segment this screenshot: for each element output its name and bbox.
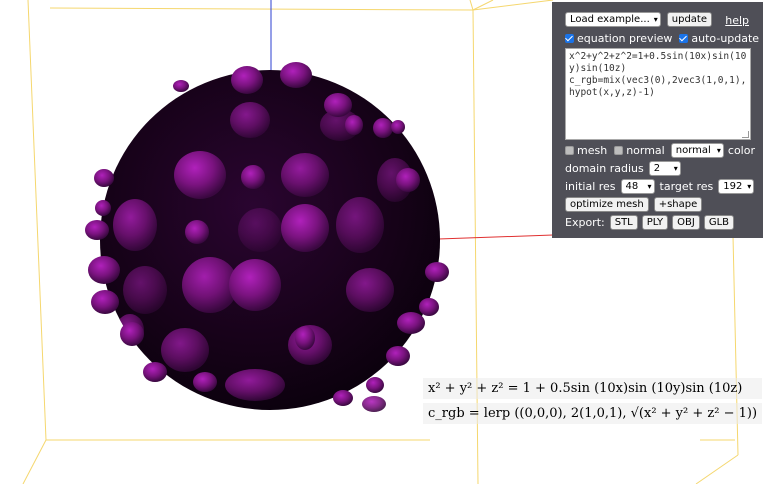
target-res-select[interactable]: 192 ▾ <box>718 179 755 194</box>
export-stl-button[interactable]: STL <box>609 215 638 230</box>
implicit-surface <box>85 62 449 412</box>
auto-update-checkbox[interactable] <box>679 34 689 43</box>
color-mode-select[interactable]: normal ▾ <box>670 143 724 158</box>
normal-checkbox[interactable] <box>614 146 624 155</box>
export-glb-button[interactable]: GLB <box>703 215 735 230</box>
export-obj-button[interactable]: OBJ <box>672 215 700 230</box>
chevron-down-icon: ▾ <box>653 15 658 24</box>
export-label: Export: <box>565 216 605 229</box>
chevron-down-icon: ▾ <box>647 182 652 191</box>
equation-preview-label: equation preview <box>577 32 673 45</box>
optimize-mesh-button[interactable]: optimize mesh <box>565 197 649 212</box>
chevron-down-icon: ▾ <box>747 182 752 191</box>
initial-res-select[interactable]: 48 ▾ <box>620 179 655 194</box>
mesh-checkbox[interactable] <box>565 146 574 155</box>
domain-radius-label: domain radius <box>565 162 644 175</box>
equation-line: x² + y² + z² = 1 + 0.5sin (10x)sin (10y)… <box>423 378 763 399</box>
auto-update-label: auto-update <box>691 32 760 45</box>
export-ply-button[interactable]: PLY <box>641 215 669 230</box>
update-button[interactable]: update <box>666 12 712 27</box>
normal-label: normal <box>626 144 665 157</box>
color-label: color <box>727 144 755 157</box>
chevron-down-icon: ▾ <box>673 164 678 173</box>
chevron-down-icon: ▾ <box>716 146 721 155</box>
equation-preview: x² + y² + z² = 1 + 0.5sin (10x)sin (10y)… <box>423 378 763 428</box>
initial-res-label: initial res <box>565 180 616 193</box>
resize-grip-icon[interactable] <box>742 131 749 138</box>
equation-preview-checkbox[interactable] <box>565 34 574 43</box>
control-panel: Load example... ▾ update help equation pr… <box>552 2 763 238</box>
domain-radius-select[interactable]: 2 ▾ <box>648 161 681 176</box>
equation-textarea[interactable]: x^2+y^2+z^2=1+0.5sin(10x)sin(10y)sin(10z… <box>565 48 751 140</box>
mesh-label: mesh <box>577 144 608 157</box>
add-shape-button[interactable]: +shape <box>653 197 703 212</box>
load-example-select[interactable]: Load example... ▾ <box>565 12 661 27</box>
color-equation-line: c_rgb = lerp ((0,0,0), 2(1,0,1), √(x² + … <box>423 403 763 424</box>
help-link[interactable]: help <box>725 14 749 27</box>
target-res-label: target res <box>659 180 714 193</box>
equation-text: x^2+y^2+z^2=1+0.5sin(10x)sin(10y)sin(10z… <box>569 51 747 98</box>
